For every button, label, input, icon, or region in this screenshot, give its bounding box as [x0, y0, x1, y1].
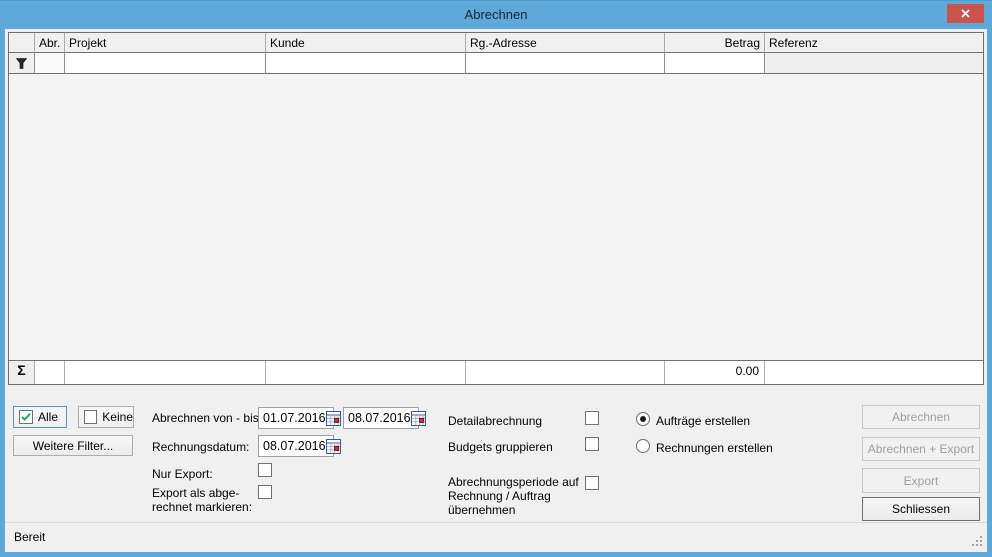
alle-label: Alle [38, 410, 58, 424]
titlebar[interactable]: Abrechnen [0, 0, 992, 29]
detailabrechnung-label: Detailabrechnung [448, 414, 542, 428]
alle-checkbox [19, 410, 33, 424]
abrechnungsperiode-label: Abrechnungsperiode auf Rechnung / Auftra… [448, 475, 584, 517]
abrechnungsperiode-checkbox[interactable] [585, 476, 599, 490]
calendar-icon[interactable] [326, 438, 341, 454]
detailabrechnung-checkbox[interactable] [585, 411, 599, 425]
close-icon [961, 9, 970, 18]
export-markieren-checkbox[interactable] [258, 485, 272, 499]
filter-betrag-input[interactable] [665, 53, 765, 74]
filter-projekt-input[interactable] [65, 53, 266, 74]
keine-label: Keine [102, 410, 133, 424]
sum-betrag-cell: 0.00 [665, 361, 765, 384]
select-none-button[interactable]: Keine [78, 406, 134, 428]
nur-export-checkbox[interactable] [258, 463, 272, 477]
billing-grid: Abr. Projekt Kunde Rg.-Adresse Betrag Re… [8, 32, 984, 385]
sum-projekt-cell [65, 361, 266, 384]
filter-referenz-cell [765, 53, 983, 74]
sum-rg-adresse-cell [466, 361, 665, 384]
export-button[interactable]: Export [862, 468, 980, 493]
date-from-field[interactable]: 01.07.2016 [258, 407, 334, 429]
sum-abr-cell [35, 361, 65, 384]
export-markieren-label-line1: Export als abge- [152, 486, 239, 500]
window-title: Abrechnen [0, 7, 992, 22]
column-header-rg-adresse[interactable]: Rg.-Adresse [466, 33, 665, 53]
abrechnen-export-button[interactable]: Abrechnen + Export [862, 437, 980, 461]
filter-funnel-icon [15, 57, 28, 70]
select-all-button[interactable]: Alle [13, 406, 67, 428]
column-header-referenz[interactable]: Referenz [765, 33, 983, 53]
auftraege-erstellen-label: Aufträge erstellen [656, 414, 750, 428]
filter-row-header-cell [9, 53, 35, 74]
budgets-gruppieren-checkbox[interactable] [585, 437, 599, 451]
nur-export-label: Nur Export: [152, 467, 213, 481]
abrechnen-dialog: Abrechnen Abr. Projekt Kunde Rg.-Adresse… [0, 0, 992, 557]
close-button[interactable] [947, 4, 984, 23]
sum-kunde-cell [266, 361, 466, 384]
abrechnen-button[interactable]: Abrechnen [862, 405, 980, 429]
abrechnen-von-bis-label: Abrechnen von - bis: [152, 411, 262, 425]
budgets-gruppieren-label: Budgets gruppieren [448, 440, 553, 454]
rechnungsdatum-field[interactable]: 08.07.2016 [258, 435, 334, 457]
filter-kunde-input[interactable] [266, 53, 466, 74]
keine-checkbox [84, 410, 97, 424]
resize-grip[interactable] [972, 536, 983, 547]
dialog-content: Abr. Projekt Kunde Rg.-Adresse Betrag Re… [5, 29, 987, 552]
rechnungen-erstellen-label: Rechnungen erstellen [656, 441, 773, 455]
rechnungsdatum-label: Rechnungsdatum: [152, 440, 249, 454]
status-text: Bereit [14, 530, 45, 544]
weitere-filter-button[interactable]: Weitere Filter... [13, 435, 133, 456]
check-icon [20, 411, 32, 423]
status-bar: Bereit [5, 522, 987, 552]
column-header-betrag[interactable]: Betrag [665, 33, 765, 53]
column-header-icon[interactable] [9, 33, 35, 53]
rechnungen-erstellen-radio[interactable] [636, 439, 650, 453]
date-to-field[interactable]: 08.07.2016 [343, 407, 419, 429]
rechnungsdatum-value: 08.07.2016 [263, 439, 326, 453]
grid-empty-body [9, 74, 983, 361]
column-header-projekt[interactable]: Projekt [65, 33, 266, 53]
export-markieren-label-line2: rechnet markieren: [152, 500, 252, 514]
sum-symbol-cell: Σ [9, 361, 35, 384]
filter-rg-adresse-input[interactable] [466, 53, 665, 74]
filter-abr-cell[interactable] [35, 53, 65, 74]
auftraege-erstellen-radio[interactable] [636, 412, 650, 426]
calendar-icon[interactable] [411, 410, 426, 426]
date-from-value: 01.07.2016 [263, 411, 326, 425]
sum-referenz-cell [765, 361, 983, 384]
column-header-kunde[interactable]: Kunde [266, 33, 466, 53]
schliessen-button[interactable]: Schliessen [862, 497, 980, 521]
column-header-abr[interactable]: Abr. [35, 33, 65, 53]
calendar-icon[interactable] [326, 410, 341, 426]
date-to-value: 08.07.2016 [348, 411, 411, 425]
